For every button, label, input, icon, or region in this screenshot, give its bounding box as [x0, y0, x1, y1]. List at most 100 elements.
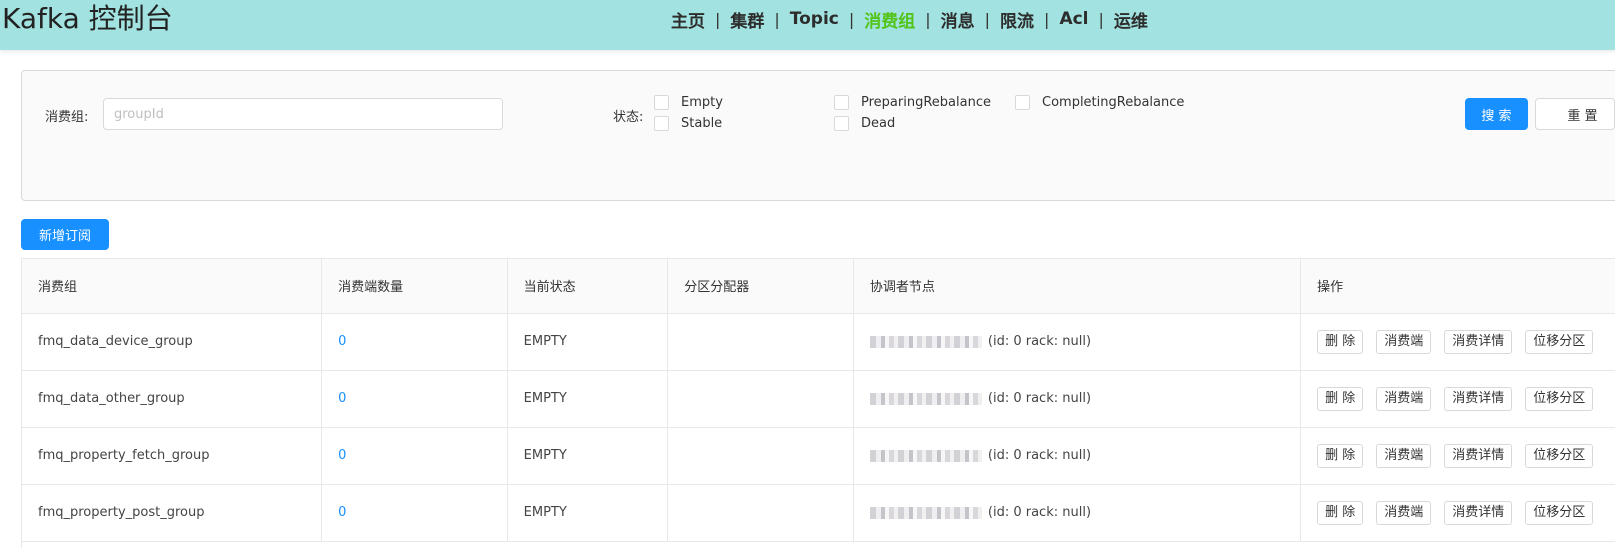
checkbox-box[interactable]: [834, 95, 849, 110]
offset-partition-button[interactable]: 位移分区: [1525, 386, 1594, 411]
status-checkbox-dead[interactable]: Dead: [834, 116, 895, 131]
cell-assignor: [667, 427, 854, 485]
cell-actions: 删 除消费端 消费详情 位移分区: [1300, 370, 1615, 428]
delete-button[interactable]: 删 除: [1317, 500, 1364, 525]
delete-button[interactable]: 删 除: [1317, 329, 1364, 354]
nav-home[interactable]: 主页: [671, 7, 705, 32]
consumers-button[interactable]: 消费端: [1376, 443, 1432, 468]
add-subscription-button[interactable]: 新增订阅: [21, 219, 109, 250]
cell-coordinator: (id: 0 rack: null): [853, 313, 1302, 371]
nav-ops[interactable]: 运维: [1114, 7, 1148, 32]
status-checkbox-empty[interactable]: Empty: [654, 95, 723, 110]
column-header-actions: 操作: [1300, 259, 1615, 314]
nav-separator: |: [984, 9, 991, 29]
nav-topic[interactable]: Topic: [790, 9, 839, 29]
table-row: fmq_property_post_group 0 EMPTY (id: 0 r…: [22, 484, 1615, 542]
cell-group: fmq_property_post_group: [22, 484, 323, 542]
group-id-input[interactable]: [103, 98, 503, 130]
checkbox-box[interactable]: [654, 95, 669, 110]
coordinator-info: (id: 0 rack: null): [987, 448, 1092, 463]
cell-actions: 删 除消费端 消费详情 位移分区: [1300, 484, 1615, 542]
cell-state: EMPTY: [507, 484, 669, 542]
column-header-coordinator: 协调者节点: [853, 259, 1302, 314]
main-nav: 主页 | 集群 | Topic | 消费组 | 消息 | 限流 | Acl | …: [671, 7, 1148, 32]
delete-button[interactable]: 删 除: [1317, 443, 1364, 468]
delete-button[interactable]: 删 除: [1317, 386, 1364, 411]
cell-assignor: [667, 370, 854, 428]
status-checkbox-preparing-rebalance[interactable]: PreparingRebalance: [834, 95, 991, 110]
redacted-host: [869, 506, 982, 519]
reset-button[interactable]: 重 置: [1535, 98, 1615, 130]
cell-consumer-count-link[interactable]: 0: [321, 427, 508, 485]
column-header-assignor: 分区分配器: [667, 259, 854, 314]
status-option-label: Stable: [681, 116, 723, 131]
cell-coordinator: (id: 0 rack: null): [853, 370, 1302, 428]
column-header-consumer-count: 消费端数量: [321, 259, 508, 314]
app-title: Kafka 控制台: [2, 2, 173, 35]
redacted-host: [869, 449, 982, 462]
status-option-label: Dead: [861, 116, 896, 131]
consume-detail-button[interactable]: 消费详情: [1444, 443, 1513, 468]
nav-separator: |: [1098, 9, 1104, 29]
coordinator-info: (id: 0 rack: null): [987, 334, 1092, 349]
cell-coordinator: (id: 0 rack: null): [853, 427, 1302, 485]
cell-state: EMPTY: [507, 313, 669, 371]
cell-state: EMPTY: [507, 370, 669, 428]
cell-group: fmq_data_device_group: [22, 313, 323, 371]
consume-detail-button[interactable]: 消费详情: [1444, 500, 1513, 525]
cell-consumer-count-link[interactable]: 0: [321, 313, 508, 371]
group-label: 消费组:: [45, 110, 89, 125]
table-header-row: 消费组 消费端数量 当前状态 分区分配器 协调者节点 操作: [22, 259, 1615, 314]
status-checkbox-stable[interactable]: Stable: [654, 116, 722, 131]
checkbox-box[interactable]: [1015, 95, 1030, 110]
table-row: fmq_property_fetch_group 0 EMPTY (id: 0 …: [22, 427, 1615, 485]
nav-separator: |: [1044, 9, 1050, 29]
search-button[interactable]: 搜 索: [1465, 98, 1528, 130]
column-header-state: 当前状态: [507, 259, 669, 314]
consumers-button[interactable]: 消费端: [1376, 329, 1432, 354]
column-header-group: 消费组: [22, 259, 323, 314]
offset-partition-button[interactable]: 位移分区: [1525, 500, 1594, 525]
nav-consumer-group[interactable]: 消费组: [864, 7, 915, 32]
cell-coordinator: (id: 0 rack: null): [853, 484, 1302, 542]
top-header: Kafka 控制台 主页 | 集群 | Topic | 消费组 | 消息 | 限…: [0, 0, 1615, 50]
redacted-host: [869, 335, 982, 348]
consumers-button[interactable]: 消费端: [1376, 386, 1432, 411]
checkbox-box[interactable]: [834, 116, 849, 131]
nav-separator: |: [925, 9, 931, 29]
consume-detail-button[interactable]: 消费详情: [1444, 329, 1513, 354]
status-option-label: CompletingRebalance: [1042, 95, 1185, 110]
cell-actions: 删 除消费端 消费详情 位移分区: [1300, 427, 1615, 485]
checkbox-box[interactable]: [654, 116, 669, 131]
cell-group: fmq_property_fetch_group: [22, 427, 323, 485]
cell-assignor: [667, 313, 854, 371]
nav-separator: |: [848, 9, 855, 29]
consume-detail-button[interactable]: 消费详情: [1444, 386, 1513, 411]
consumers-button[interactable]: 消费端: [1376, 500, 1432, 525]
cell-consumer-count-link[interactable]: 0: [321, 484, 508, 542]
redacted-host: [869, 392, 982, 405]
cell-actions: 删 除消费端 消费详情 位移分区: [1300, 313, 1615, 371]
nav-cluster[interactable]: 集群: [730, 7, 764, 32]
cell-consumer-count-link[interactable]: 0: [321, 370, 508, 428]
status-checkbox-completing-rebalance[interactable]: CompletingRebalance: [1015, 95, 1184, 110]
search-panel: 消费组: 状态: Empty Stable PreparingRebalance…: [21, 70, 1615, 201]
table-row: fmq_data_other_group 0 EMPTY (id: 0 rack…: [22, 370, 1615, 428]
cell-state: EMPTY: [507, 427, 669, 485]
cell-assignor: [667, 484, 854, 542]
nav-acl[interactable]: Acl: [1059, 9, 1088, 29]
offset-partition-button[interactable]: 位移分区: [1525, 443, 1594, 468]
nav-separator: |: [715, 9, 721, 29]
nav-throttle[interactable]: 限流: [1000, 7, 1034, 32]
coordinator-info: (id: 0 rack: null): [987, 391, 1092, 406]
consumer-group-table: 消费组 消费端数量 当前状态 分区分配器 协调者节点 操作 fmq_data_d…: [21, 258, 1615, 548]
nav-message[interactable]: 消息: [941, 7, 975, 32]
nav-separator: |: [774, 9, 780, 29]
offset-partition-button[interactable]: 位移分区: [1525, 329, 1594, 354]
table-row: fmq_data_device_group 0 EMPTY (id: 0 rac…: [22, 313, 1615, 371]
cell-group: fmq_data_other_group: [22, 370, 323, 428]
status-option-label: PreparingRebalance: [861, 95, 991, 110]
status-option-label: Empty: [681, 95, 723, 110]
status-label: 状态:: [613, 110, 644, 125]
coordinator-info: (id: 0 rack: null): [987, 505, 1092, 520]
